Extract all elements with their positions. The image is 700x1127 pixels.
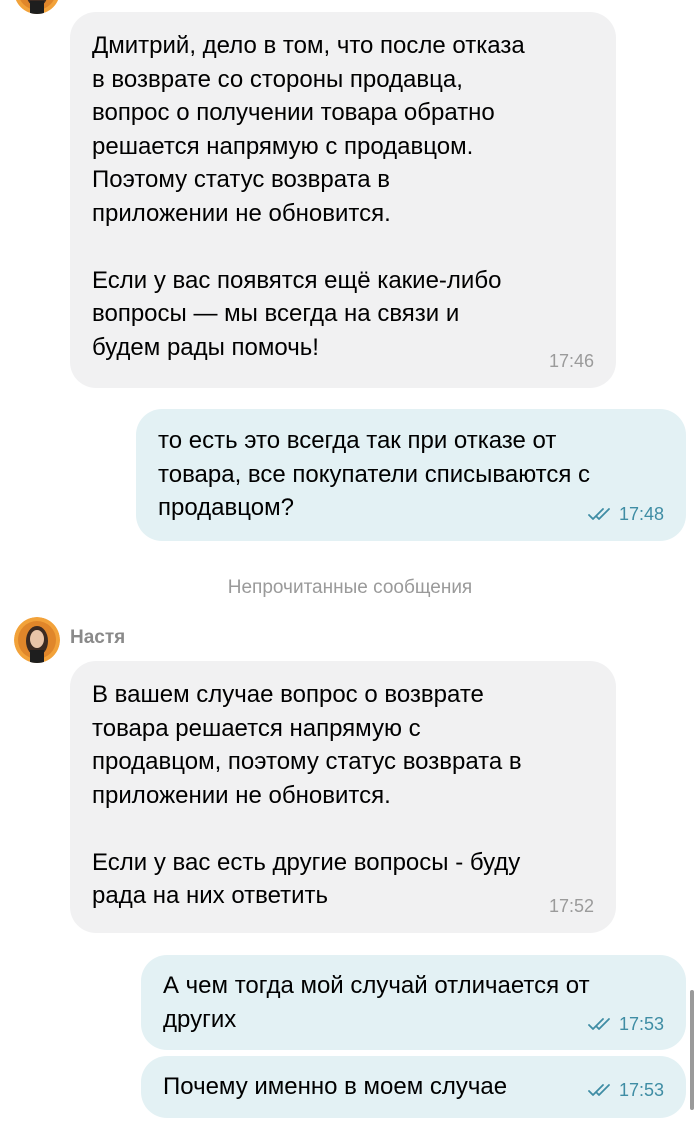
double-check-icon [588,508,610,520]
sender-name[interactable]: Настя [70,627,125,649]
outgoing-message-bubble[interactable]: А чем тогда мой случай отличается от дру… [141,955,686,1050]
message-meta: 17:52 [549,896,594,916]
avatar[interactable] [14,617,60,663]
message-time: 17:53 [618,1080,664,1100]
message-text: В вашем случае вопрос о возврате товара … [92,681,522,909]
message-meta: 17:53 [588,1080,664,1100]
message-time: 17:46 [548,351,594,371]
message-text: Дмитрий, дело в том, что после отказа в … [92,32,525,361]
incoming-message-bubble[interactable]: В вашем случае вопрос о возврате товара … [70,661,616,933]
outgoing-message-bubble[interactable]: то есть это всегда так при отказе от тов… [136,409,686,541]
message-meta: 17:53 [588,1014,664,1034]
message-meta: 17:48 [588,504,664,524]
message-time: 17:53 [618,1014,664,1034]
double-check-icon [588,1018,610,1030]
incoming-message-bubble[interactable]: Дмитрий, дело в том, что после отказа в … [70,12,616,388]
scrollbar[interactable] [690,990,694,1110]
message-time: 17:52 [548,896,594,916]
avatar[interactable] [14,0,60,14]
message-meta: 17:46 [549,351,594,371]
unread-messages-divider: Непрочитанные сообщения [227,577,473,598]
outgoing-message-bubble[interactable]: Почему именно в моем случае 17:53 [141,1056,686,1118]
message-time: 17:48 [618,504,664,524]
double-check-icon [588,1084,610,1096]
